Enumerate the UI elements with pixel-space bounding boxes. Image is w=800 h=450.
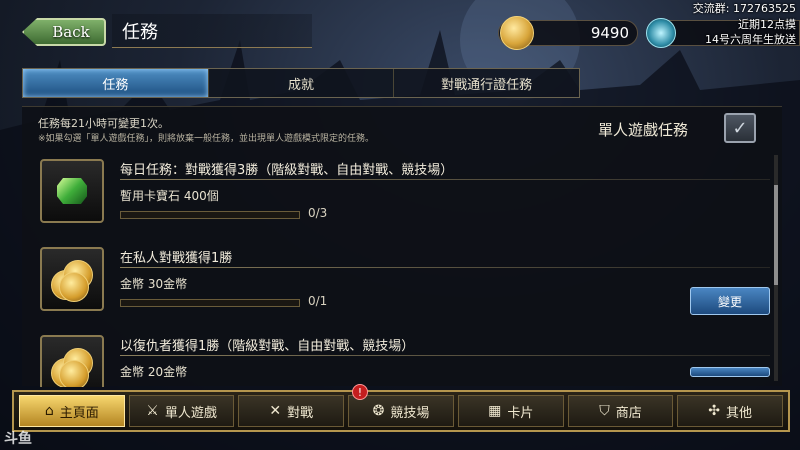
watermark: 斗鱼: [4, 431, 32, 447]
divider: [120, 179, 770, 180]
notification-badge: !: [352, 384, 368, 400]
mission-progress-text: 0/3: [308, 206, 328, 220]
change-mission-button[interactable]: [690, 367, 770, 377]
tab-battle-pass-label: 對戰通行證任務: [441, 77, 533, 93]
change-mission-label: 變更: [717, 294, 742, 309]
coin-icon: [40, 335, 104, 387]
crystal-icon: [646, 18, 676, 48]
solo-mission-label: 單人遊戲任務: [598, 121, 689, 139]
mission-panel: 任務每21小時可變更1次。 ※如果勾選「單人遊戲任務」，則將放棄一般任務，並出現…: [22, 106, 782, 387]
mission-item: 以復仇者獲得1勝（階級對戰、自由對戰、競技場） 金幣 20金幣: [36, 331, 772, 387]
gold-amount: 9490: [590, 24, 629, 42]
nav-other-label: 其他: [726, 405, 753, 421]
nav-shop[interactable]: ⛉ 商店: [567, 395, 674, 427]
mission-item: 在私人對戰獲得1勝 金幣 30金幣 0/1 變更: [36, 243, 772, 325]
tab-missions-label: 任務: [102, 77, 129, 93]
tab-battle-pass-missions[interactable]: 對戰通行證任務: [394, 69, 579, 97]
sword-icon: ⚔: [146, 403, 159, 419]
back-button[interactable]: Back: [22, 18, 106, 46]
mission-reward: 金幣 30金幣: [120, 277, 188, 291]
mission-progress-bar: [120, 211, 300, 219]
nav-battle-label: 對戰: [287, 405, 314, 421]
coin-icon: [40, 247, 104, 311]
stream-overlay-line1: 交流群: 172763525: [692, 2, 796, 15]
divider: [120, 267, 770, 268]
bottom-nav: ⌂ 主頁面 ⚔ 單人遊戲 ✕ 對戰 ❂ 競技場 ▦ 卡片 ⛉ 商店 ✣ 其他: [12, 390, 790, 432]
mission-progress-bar: [120, 299, 300, 307]
change-mission-button[interactable]: 變更: [690, 287, 770, 315]
mission-reward: 金幣 20金幣: [120, 365, 188, 379]
nav-cards-label: 卡片: [507, 405, 534, 421]
gem-icon: [40, 159, 104, 223]
mission-list[interactable]: 每日任務：對戰獲得3勝（階級對戰、自由對戰、競技場） 暫用卡寶石 400個 0/…: [36, 155, 772, 387]
page-title: 任務: [112, 14, 312, 48]
arena-icon: ❂: [372, 403, 385, 419]
gold-coin-icon: [500, 16, 534, 50]
cards-icon: ▦: [488, 403, 502, 419]
nav-home[interactable]: ⌂ 主頁面: [19, 395, 125, 427]
solo-mission-checkbox[interactable]: ✓: [724, 113, 756, 143]
tab-achievements-label: 成就: [288, 77, 315, 93]
solo-mission-note: ※如果勾選「單人遊戲任務」，則將放棄一般任務，並出現單人遊戲模式限定的任務。: [38, 134, 375, 144]
nav-solo-label: 單人遊戲: [164, 405, 217, 421]
divider: [120, 355, 770, 356]
mission-title: 以復仇者獲得1勝（階級對戰、自由對戰、競技場）: [120, 339, 415, 354]
shop-icon: ⛉: [599, 403, 610, 419]
page-title-text: 任務: [122, 21, 158, 43]
refresh-info: 任務每21小時可變更1次。: [38, 117, 169, 130]
scroll-thumb[interactable]: [774, 185, 778, 285]
nav-battle[interactable]: ✕ 對戰: [238, 395, 345, 427]
nav-shop-label: 商店: [615, 405, 642, 421]
mission-progress-text: 0/1: [308, 294, 328, 308]
mission-reward: 暫用卡寶石 400個: [120, 189, 219, 203]
checkmark-icon: ✓: [732, 117, 748, 139]
tab-missions[interactable]: 任務: [23, 69, 209, 97]
home-icon: ⌂: [44, 403, 54, 419]
mission-item: 每日任務：對戰獲得3勝（階級對戰、自由對戰、競技場） 暫用卡寶石 400個 0/…: [36, 155, 772, 237]
mission-title: 每日任務：對戰獲得3勝（階級對戰、自由對戰、競技場）: [120, 163, 454, 178]
gear-icon: ✣: [708, 403, 721, 419]
nav-arena[interactable]: ❂ 競技場: [348, 395, 454, 427]
stream-overlay-line3: 14号六周年生放送: [705, 33, 796, 46]
back-button-label: Back: [52, 23, 90, 41]
mission-title: 在私人對戰獲得1勝: [120, 251, 233, 266]
nav-arena-label: 競技場: [390, 405, 430, 421]
crossed-swords-icon: ✕: [269, 403, 282, 419]
scrollbar[interactable]: [774, 155, 778, 381]
nav-solo-play[interactable]: ⚔ 單人遊戲: [128, 395, 235, 427]
stream-overlay-line2: 近期12点摸: [738, 18, 796, 31]
tab-achievements[interactable]: 成就: [209, 69, 395, 97]
mission-tabs: 任務 成就 對戰通行證任務: [22, 68, 580, 98]
nav-cards[interactable]: ▦ 卡片: [457, 395, 564, 427]
nav-home-label: 主頁面: [59, 405, 99, 421]
nav-other[interactable]: ✣ 其他: [677, 395, 784, 427]
